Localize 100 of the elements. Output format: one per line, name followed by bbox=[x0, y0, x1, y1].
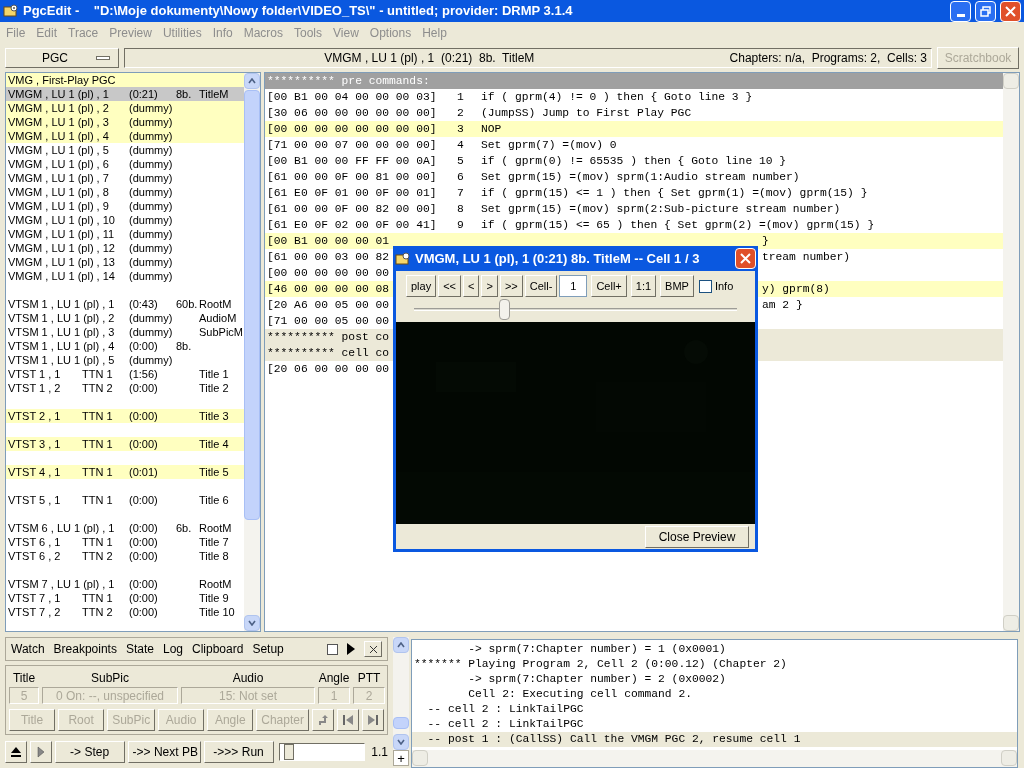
pgc-title-number: TTN 1 bbox=[82, 367, 114, 381]
speed-slider[interactable] bbox=[278, 743, 366, 761]
pgc-list-item[interactable]: VTST 2 , 1 TTN 1 (0:00) Title 3 bbox=[6, 409, 244, 423]
pgc-type: Title 4 bbox=[199, 437, 230, 451]
pgc-name: VMGM , LU 1 (pl) , 8 bbox=[8, 185, 110, 199]
position-slider[interactable] bbox=[414, 299, 737, 319]
scroll-up-icon[interactable] bbox=[393, 637, 409, 653]
close-preview-button[interactable]: Close Preview bbox=[645, 525, 749, 548]
close-button[interactable] bbox=[1000, 0, 1021, 22]
cell-number-field[interactable]: 1 bbox=[559, 275, 588, 297]
pgc-list-item[interactable]: VMG , First-Play PGC bbox=[6, 73, 244, 87]
debugger-tab[interactable]: Breakpoints bbox=[53, 640, 117, 658]
command-hex: [71 00 00 07 00 00 00 00] bbox=[267, 138, 438, 153]
pgc-size: 6b. bbox=[176, 521, 193, 535]
command-hex: [00 B1 00 04 00 00 00 03] bbox=[267, 90, 438, 105]
command-text: Set gprm(7) =(mov) 0 bbox=[481, 138, 617, 153]
pgc-type: Title 5 bbox=[199, 465, 230, 479]
pgc-duration: (dummy) bbox=[129, 255, 174, 269]
previous-button[interactable] bbox=[337, 709, 359, 731]
pin-checkbox[interactable] bbox=[327, 643, 338, 655]
restore-icon bbox=[980, 5, 991, 17]
run-button[interactable]: ->> Next PB bbox=[127, 741, 201, 763]
next-button[interactable] bbox=[362, 709, 384, 731]
pgc-list-item[interactable]: VMGM , LU 1 (pl) , 1 (0:21) 8b. TitleM bbox=[6, 87, 244, 101]
pgc-duration: (0:00) bbox=[129, 381, 159, 395]
pgc-name: VTST 6 , 2 bbox=[8, 549, 62, 563]
pgc-list-item[interactable]: VMGM , LU 1 (pl) , 4 (dummy) bbox=[6, 129, 244, 143]
eject-button[interactable] bbox=[5, 741, 27, 763]
debugger-tab[interactable]: Setup bbox=[252, 640, 284, 658]
field-label: SubPic bbox=[90, 670, 130, 687]
run-button[interactable]: -> Step bbox=[54, 741, 125, 763]
step-into-button[interactable] bbox=[30, 741, 52, 763]
pgc-duration: (dummy) bbox=[129, 185, 174, 199]
pgc-type: SubPicM bbox=[199, 325, 244, 339]
player-button[interactable]: Cell+ bbox=[591, 275, 627, 297]
debugger-tab[interactable]: State bbox=[125, 640, 154, 658]
pgc-list-item[interactable]: VTST 3 , 1 TTN 1 (0:00) Title 4 bbox=[6, 437, 244, 451]
command-text: NOP bbox=[481, 122, 502, 137]
up-button[interactable] bbox=[312, 709, 334, 731]
pgc-title-number: TTN 1 bbox=[82, 409, 114, 423]
pgc-list-item[interactable]: VMGM , LU 1 (pl) , 2 (dummy) bbox=[6, 101, 244, 115]
command-text: if ( gprm(15) <= 1 ) then { Set gprm(1) =(mov) gprm(15) } bbox=[481, 186, 868, 201]
pgc-duration: (dummy) bbox=[129, 227, 174, 241]
restore-button[interactable] bbox=[975, 0, 996, 22]
pgc-type: TitleM bbox=[199, 87, 230, 101]
close-button[interactable] bbox=[364, 641, 382, 657]
pgc-duration: (0:00) bbox=[129, 577, 159, 591]
command-hex: [00 B1 00 00 00 01 bbox=[267, 235, 390, 247]
scroll-up-icon[interactable] bbox=[244, 73, 260, 89]
pgc-type: Title 3 bbox=[199, 409, 230, 423]
player-button[interactable]: > bbox=[481, 275, 498, 297]
player-button[interactable]: << bbox=[438, 275, 462, 297]
add-button[interactable]: + bbox=[393, 750, 409, 766]
player-button[interactable]: play bbox=[406, 275, 437, 297]
pgc-name: VTSM 1 , LU 1 (pl) , 3 bbox=[8, 325, 116, 339]
close-icon bbox=[740, 253, 751, 264]
command-hex: [30 06 00 00 00 00 00 00] bbox=[267, 106, 438, 121]
pgc-list-item[interactable]: VTST 4 , 1 TTN 1 (0:01) Title 5 bbox=[6, 465, 244, 479]
state-field: 15: Not set bbox=[181, 687, 315, 704]
scrollbar[interactable] bbox=[393, 637, 409, 750]
pgc-size: 8b. bbox=[176, 339, 193, 353]
pgc-type: Title 7 bbox=[199, 535, 230, 549]
line-number: 2 bbox=[457, 106, 465, 121]
pgc-selector[interactable]: PGC bbox=[5, 48, 119, 68]
pgc-list-item[interactable]: VTSM 1 , LU 1 (pl) , 3 (dummy) SubPicM bbox=[6, 325, 244, 339]
play-icon[interactable] bbox=[347, 643, 355, 655]
player-button[interactable]: 1:1 bbox=[630, 275, 657, 297]
command-hex: [46 00 00 00 00 08 bbox=[267, 283, 390, 295]
pgc-duration: (dummy) bbox=[129, 129, 174, 143]
command-text: if ( gprm(15) <= 65 ) then { Set gprm(2) =(mov) gprm(15) } bbox=[481, 218, 875, 233]
player-button[interactable]: < bbox=[463, 275, 480, 297]
command-hex: [00 00 00 00 00 00 00 00] bbox=[267, 122, 438, 137]
scroll-down-icon[interactable] bbox=[393, 734, 409, 750]
pgc-duration: (dummy) bbox=[129, 241, 174, 255]
scroll-thumb[interactable] bbox=[393, 717, 409, 729]
player-button[interactable]: >> bbox=[499, 275, 523, 297]
scroll-down-icon[interactable] bbox=[244, 615, 260, 631]
debugger-tab[interactable]: Clipboard bbox=[192, 640, 244, 658]
pgc-duration: (0:00) bbox=[129, 549, 159, 563]
pgc-duration: (dummy) bbox=[129, 115, 174, 129]
scrollbar[interactable] bbox=[244, 73, 260, 631]
slider-thumb[interactable] bbox=[283, 744, 294, 760]
scroll-thumb[interactable] bbox=[244, 90, 260, 520]
field-label: Title bbox=[11, 670, 37, 687]
info-checkbox[interactable] bbox=[698, 279, 712, 293]
info-label: Info bbox=[714, 278, 734, 294]
player-button[interactable]: Cell- bbox=[524, 275, 558, 297]
slider-thumb[interactable] bbox=[499, 299, 511, 320]
pgc-type: Title 6 bbox=[199, 493, 230, 507]
pgc-list-item[interactable]: VMGM , LU 1 (pl) , 3 (dummy) bbox=[6, 115, 244, 129]
debugger-tab[interactable]: Log bbox=[162, 640, 183, 658]
pgc-duration: (0:00) bbox=[129, 339, 159, 353]
app-icon bbox=[395, 250, 411, 267]
run-button[interactable]: ->>> Run bbox=[203, 741, 274, 763]
command-hex: [61 E0 0F 01 00 0F 00 01] bbox=[267, 186, 438, 201]
player-button[interactable]: BMP bbox=[660, 275, 694, 297]
pgc-size: 8b. bbox=[176, 87, 193, 101]
command-text: tream number) bbox=[762, 250, 851, 265]
minimize-button[interactable] bbox=[950, 0, 971, 22]
debugger-tab[interactable]: Watch bbox=[11, 640, 45, 658]
